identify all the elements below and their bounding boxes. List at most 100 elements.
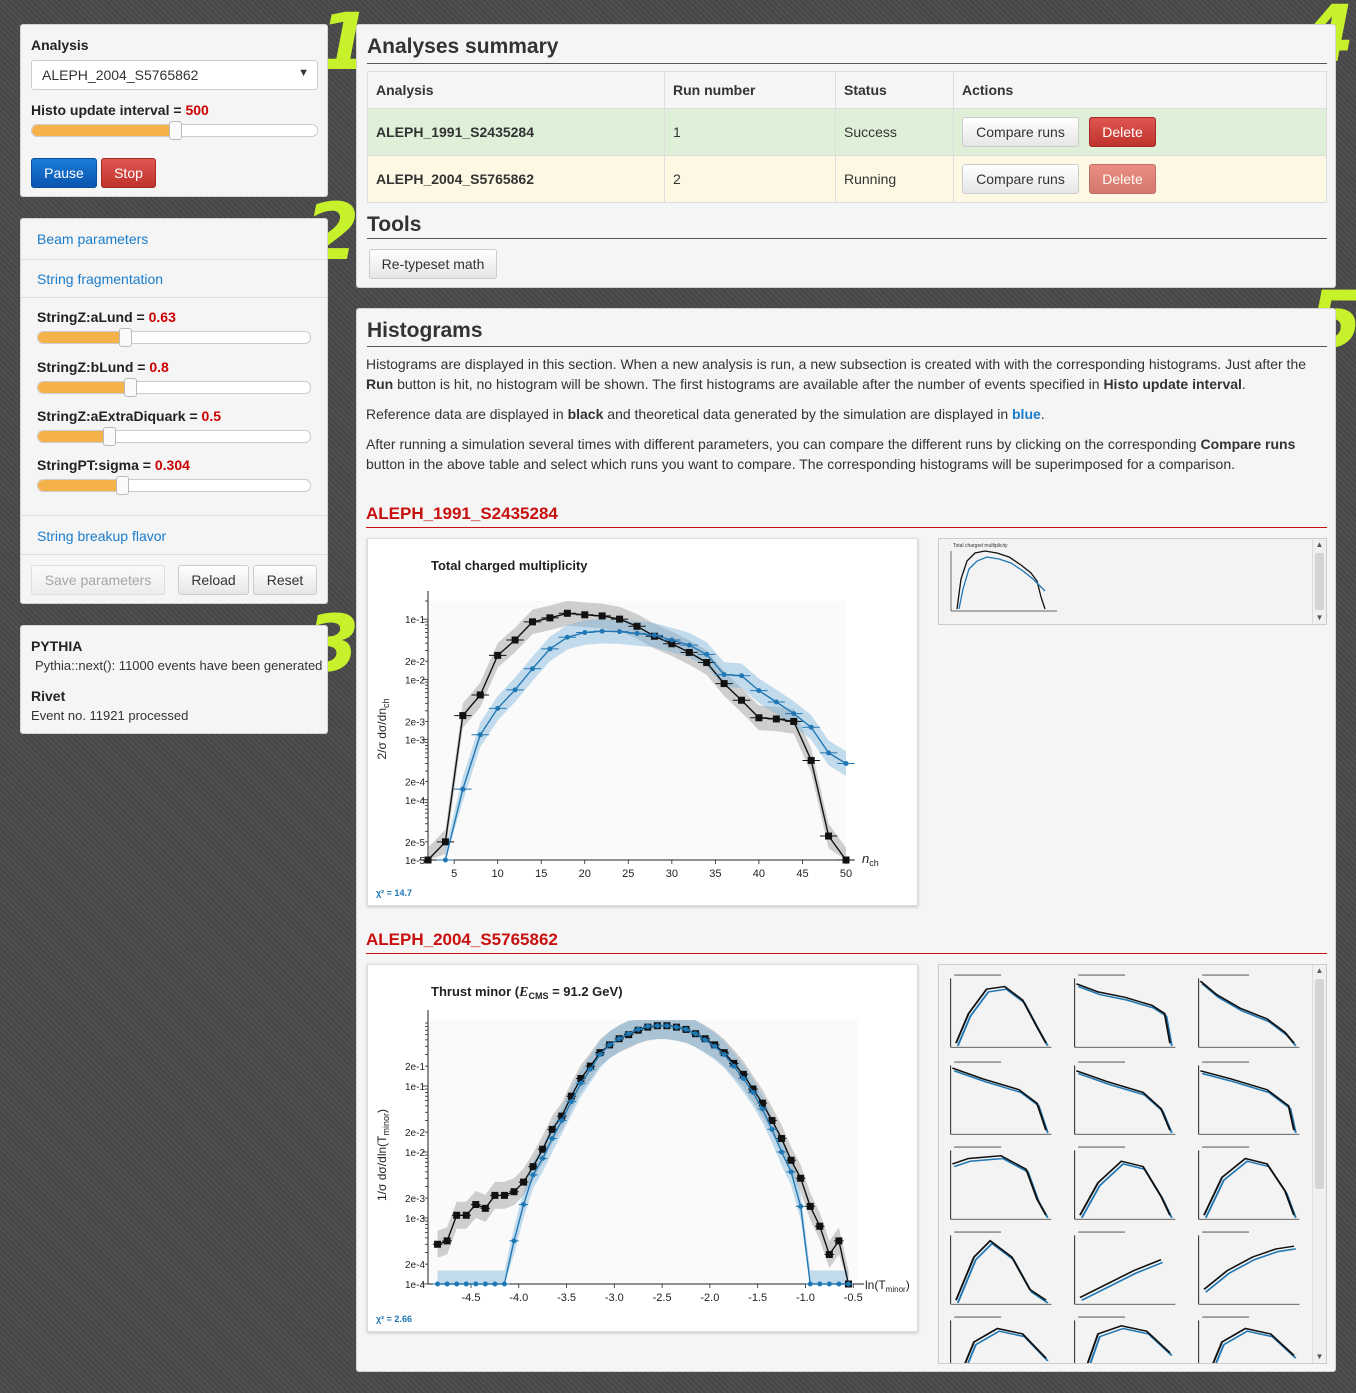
- simulation-point: [645, 1023, 651, 1029]
- chart-title-b: E: [518, 985, 528, 1000]
- divider: [21, 297, 327, 298]
- text: black: [567, 406, 604, 422]
- simulation-point: [808, 724, 814, 730]
- simulation-point: [721, 1052, 727, 1058]
- section-title-aleph-2004: ALEPH_2004_S5765862: [366, 930, 558, 949]
- reference-point: [835, 1237, 843, 1245]
- analysis-label: Analysis: [31, 37, 89, 53]
- simulation-point: [635, 1026, 641, 1032]
- reference-point: [563, 609, 571, 617]
- y-tick-label: 2e-2: [405, 657, 425, 668]
- param-slider-alund[interactable]: [37, 328, 311, 347]
- simulation-point: [582, 629, 588, 635]
- simulation-point: [756, 688, 762, 694]
- x-tick-label: 35: [709, 868, 721, 880]
- simulation-point: [626, 1031, 632, 1037]
- scroll-up-icon[interactable]: ▲: [1313, 965, 1326, 977]
- string-fragmentation-link[interactable]: String fragmentation: [37, 271, 163, 287]
- simulation-point: [769, 1126, 775, 1132]
- title-rule: [367, 346, 1327, 347]
- param-slider-handle[interactable]: [119, 328, 133, 347]
- simulation-point: [530, 1172, 536, 1178]
- plot-thrust-minor[interactable]: Thrust minor (ECMS = 91.2 GeV) 1/σ dσ/dl…: [367, 964, 918, 1332]
- simulation-point: [473, 1281, 479, 1287]
- param-slider-aextradiquark[interactable]: [37, 427, 311, 446]
- y-tick-label: 1e-3: [405, 1214, 425, 1225]
- param-slider-sigma[interactable]: [37, 476, 311, 495]
- scroll-up-icon[interactable]: ▲: [1313, 539, 1326, 551]
- text: Histograms are displayed in this section…: [366, 356, 1307, 372]
- scroll-down-icon[interactable]: ▼: [1313, 1351, 1326, 1363]
- simulation-point: [435, 1281, 441, 1287]
- simulation-point: [460, 786, 466, 792]
- x-tick-label: -3.0: [605, 1292, 624, 1304]
- analysis-select[interactable]: ALEPH_2004_S5765862 ▼: [31, 60, 318, 90]
- y-tick-label: 1e-4: [405, 1280, 425, 1291]
- pause-button[interactable]: Pause: [31, 158, 97, 188]
- rivet-title: Rivet: [31, 688, 66, 704]
- param-slider-handle[interactable]: [102, 427, 116, 446]
- compare-runs-button[interactable]: Compare runs: [962, 164, 1079, 194]
- compare-runs-button[interactable]: Compare runs: [962, 117, 1079, 147]
- simulation-point: [651, 632, 657, 638]
- x-axis-label: nch: [862, 851, 879, 868]
- chart-title: Thrust minor (ECMS = 91.2 GeV): [431, 984, 623, 1001]
- x-tick-label: -1.0: [796, 1292, 815, 1304]
- reset-button[interactable]: Reset: [253, 565, 317, 595]
- param-name: StringPT:sigma =: [37, 457, 155, 473]
- reference-point: [424, 856, 432, 864]
- y-tick-label: 2e-3: [405, 1194, 425, 1205]
- delete-button[interactable]: Delete: [1089, 164, 1156, 194]
- simulation-point: [521, 1202, 527, 1208]
- interval-slider[interactable]: [31, 121, 318, 140]
- param-slider-fill: [38, 431, 109, 442]
- section-title-aleph-1991: ALEPH_1991_S2435284: [366, 504, 558, 523]
- save-parameters-button[interactable]: Save parameters: [31, 565, 165, 595]
- simulation-point: [454, 1281, 460, 1287]
- thumbnail-strip-1991[interactable]: Total charged multiplicity ▲ ▼: [938, 538, 1327, 625]
- simulation-point: [654, 1023, 660, 1029]
- divider: [21, 259, 327, 260]
- scroll-down-icon[interactable]: ▼: [1313, 612, 1326, 624]
- y-tick-label: 2e-3: [405, 717, 425, 728]
- reload-button[interactable]: Reload: [178, 565, 249, 595]
- col-analysis-header: Analysis: [367, 71, 665, 109]
- param-slider-blund[interactable]: [37, 378, 311, 397]
- analysis-cell: ALEPH_2004_S5765862: [367, 155, 665, 203]
- simulation-point: [444, 1281, 450, 1287]
- x-tick-label: 20: [579, 868, 591, 880]
- status-cell: Success: [835, 108, 954, 156]
- histograms-title: Histograms: [367, 319, 483, 342]
- simulation-point: [599, 628, 605, 634]
- thumbnail-scrollbar[interactable]: ▲ ▼: [1312, 539, 1326, 624]
- retypeset-math-button[interactable]: Re-typeset math: [369, 249, 497, 279]
- thumbnail-grid-2004[interactable]: ▲ ▼: [938, 964, 1327, 1364]
- simulation-point: [578, 1080, 584, 1086]
- x-axis-label-main: ln(T: [865, 1278, 886, 1292]
- beam-parameters-link[interactable]: Beam parameters: [37, 231, 148, 247]
- x-tick-label: -2.5: [653, 1292, 672, 1304]
- interval-label: Histo update interval =: [31, 102, 186, 118]
- simulation-point: [492, 1281, 498, 1287]
- param-slider-handle[interactable]: [116, 476, 130, 495]
- simulation-point: [702, 1037, 708, 1043]
- scroll-thumb[interactable]: [1315, 979, 1324, 1189]
- divider: [21, 515, 327, 516]
- reference-point: [807, 756, 815, 764]
- y-tick-label: 1e-4: [405, 796, 425, 807]
- rivet-message: Event no. 11921 processed: [31, 708, 189, 723]
- scroll-thumb[interactable]: [1315, 553, 1324, 610]
- reference-point: [703, 659, 711, 667]
- thumbnail-scrollbar[interactable]: ▲ ▼: [1312, 965, 1326, 1363]
- reference-point: [778, 1135, 786, 1143]
- delete-button[interactable]: Delete: [1089, 117, 1156, 147]
- stop-button[interactable]: Stop: [101, 158, 156, 188]
- run-cell: 2: [664, 155, 836, 203]
- chart-svg: Thrust minor (ECMS = 91.2 GeV) 1/σ dσ/dl…: [375, 984, 910, 1324]
- param-slider-handle[interactable]: [124, 378, 138, 397]
- string-breakup-flavor-link[interactable]: String breakup flavor: [37, 528, 166, 544]
- plot-charged-multiplicity[interactable]: Total charged multiplicity 2/σ dσ/dnch n…: [367, 538, 918, 906]
- interval-slider-handle[interactable]: [168, 121, 182, 140]
- text: blue: [1012, 406, 1041, 422]
- simulation-point: [739, 673, 744, 679]
